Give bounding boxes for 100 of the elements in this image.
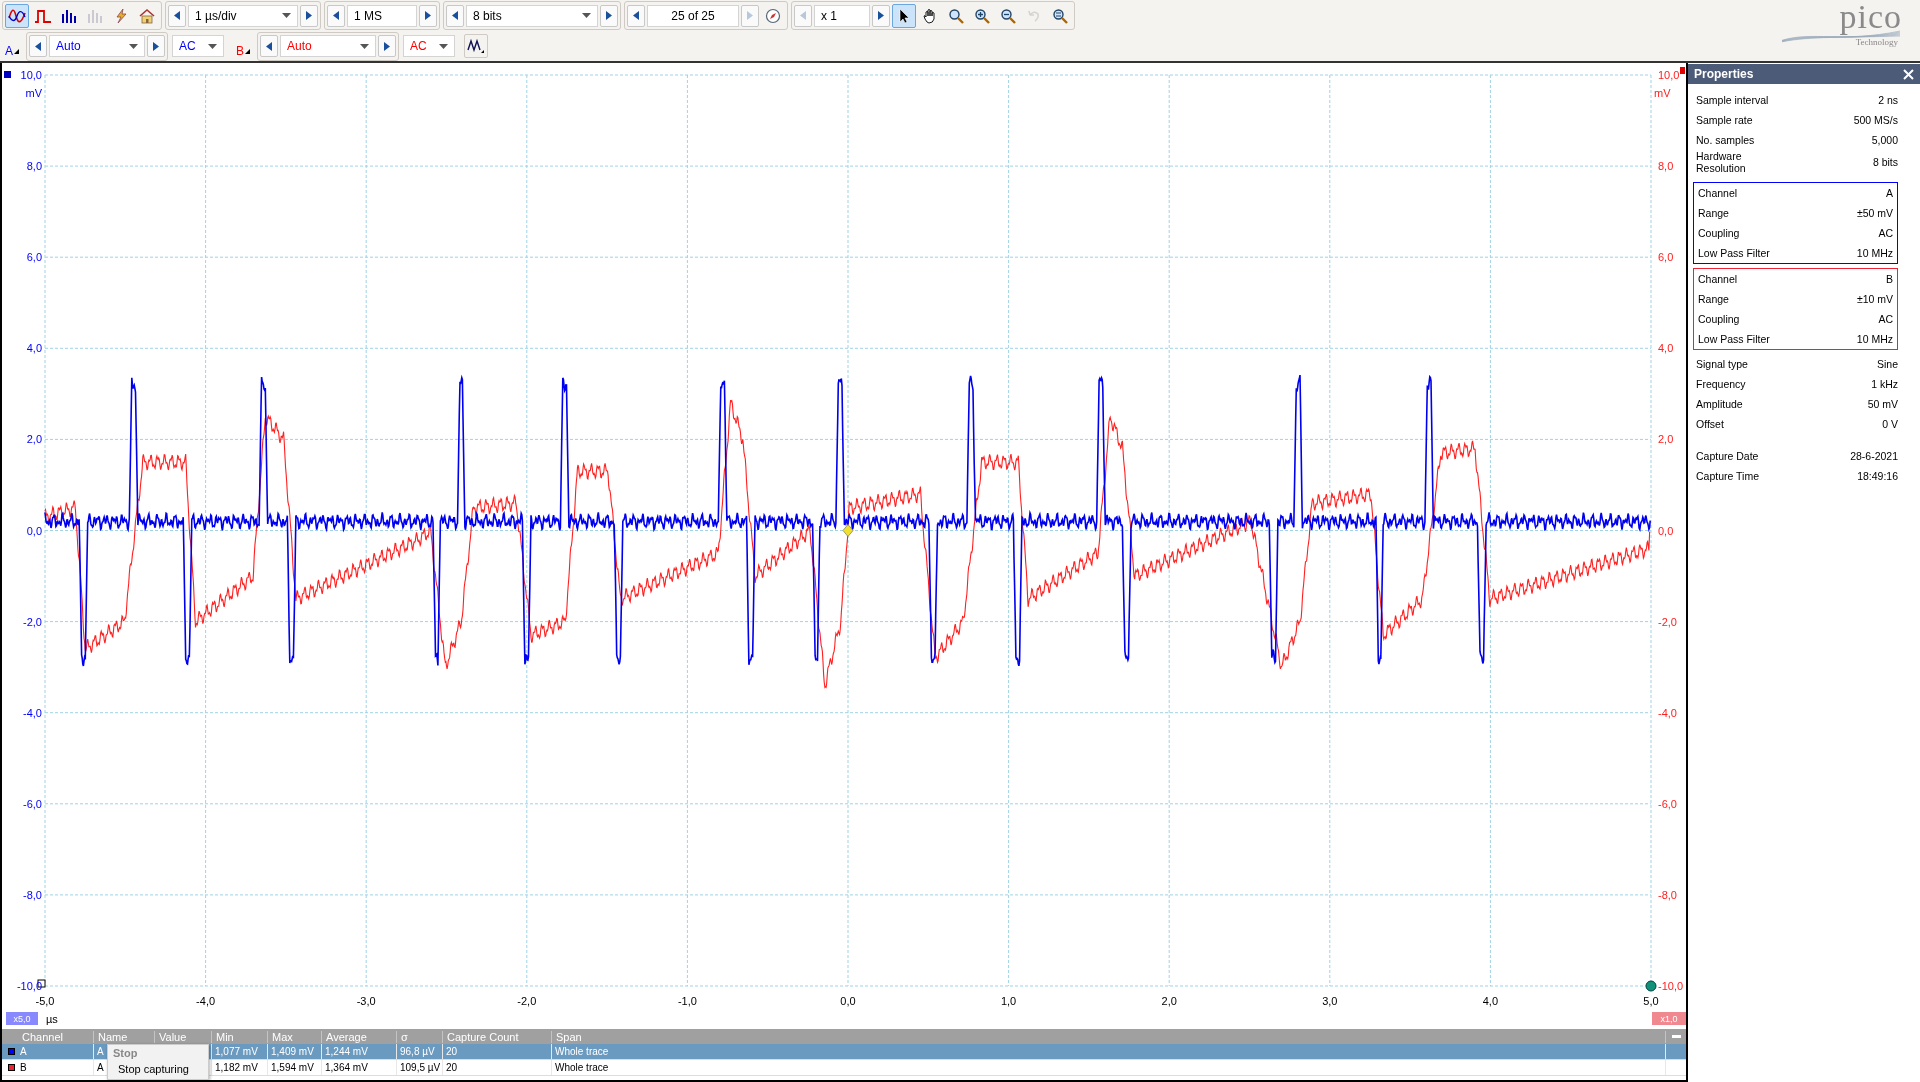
next-button[interactable] xyxy=(872,4,890,27)
property-label: Low Pass Filter xyxy=(1698,333,1770,345)
table-cell: 109,5 µV xyxy=(397,1060,443,1075)
property-label: Capture Time xyxy=(1696,470,1760,482)
next-button[interactable] xyxy=(300,4,318,27)
left-arrow-icon xyxy=(35,41,41,51)
table-cell: 20 xyxy=(443,1044,552,1059)
column-header[interactable]: Capture Count xyxy=(443,1030,552,1043)
coupling-dropdown[interactable]: AC xyxy=(403,35,456,57)
oscilloscope-graph[interactable]: 10,0 8,0 6,0 4,0 2,0 0,0 -2,0 -4,0 -6,0 -8,0 -10,0 mV 10,0 8,0 6,0 4,0 2,0 0,0 -2,0 -4,0 -6,0 -8,0 -10,0 mV -5,0 -4,0 -3,0 -2,0 -1,0 0,0 1,0 2,0 3,0 4,0 5,0 x5,0 µs x1,0 xyxy=(2,63,1686,1029)
value-field[interactable]: 25 of 25 xyxy=(647,4,739,27)
y-axis-label: 4,0 xyxy=(26,342,42,355)
property-label: Sample interval xyxy=(1696,94,1769,106)
column-header[interactable]: Average xyxy=(322,1030,397,1043)
column-header[interactable]: Value xyxy=(155,1030,212,1043)
property-value: 8 bits xyxy=(1872,156,1898,168)
y-axis-label: 8,0 xyxy=(1658,160,1674,173)
property-value: 500 MS/s xyxy=(1853,114,1898,126)
x-axis-unit: µs xyxy=(46,1013,58,1025)
property-label: Coupling xyxy=(1698,227,1740,239)
right-arrow-icon xyxy=(425,11,431,20)
previous-button[interactable] xyxy=(260,35,279,57)
table-cell: 1,594 mV xyxy=(268,1060,322,1075)
previous-button[interactable] xyxy=(327,4,345,27)
y-axis-label: 6,0 xyxy=(26,251,42,264)
property-value: ±50 mV xyxy=(1856,207,1893,219)
column-header[interactable]: Min xyxy=(212,1030,268,1043)
x-axis-label: -5,0 xyxy=(35,995,55,1007)
y-axis-label: -8,0 xyxy=(23,888,42,901)
property-value: Sine xyxy=(1877,358,1898,370)
next-button[interactable] xyxy=(600,4,618,27)
channel-button[interactable]: B xyxy=(233,34,254,58)
caret-icon xyxy=(439,43,449,49)
right-arrow-icon xyxy=(747,11,753,20)
close-icon[interactable] xyxy=(1903,68,1914,80)
previous-button[interactable] xyxy=(627,4,645,27)
caret-icon xyxy=(208,43,217,49)
caret-icon xyxy=(129,43,138,49)
x-axis-label: -3,0 xyxy=(356,995,376,1007)
bar-chart-icon xyxy=(86,7,104,24)
x-axis-label: -4,0 xyxy=(196,995,216,1007)
next-button[interactable] xyxy=(419,4,437,27)
left-arrow-icon xyxy=(266,41,273,51)
compass-icon xyxy=(765,7,781,24)
property-value: 10 MHz xyxy=(1856,247,1893,259)
coupling-dropdown[interactable]: AC xyxy=(172,35,224,57)
channel-button[interactable]: A xyxy=(2,34,22,58)
property-label: Channel xyxy=(1698,273,1738,285)
y-axis-label: -4,0 xyxy=(23,706,42,719)
column-header[interactable]: σ xyxy=(397,1030,443,1043)
right-arrow-icon xyxy=(153,41,159,51)
table-cell: 1,409 mV xyxy=(268,1044,322,1059)
column-header[interactable]: Name xyxy=(94,1030,155,1043)
scale-badge[interactable]: x5,0 xyxy=(6,1012,38,1025)
next-button[interactable] xyxy=(378,35,397,57)
scope-mode-button[interactable] xyxy=(5,3,29,28)
table-cell: 1,364 mV xyxy=(322,1060,397,1075)
waveform-icon xyxy=(8,7,26,24)
pulse-icon xyxy=(34,7,52,24)
property-value: B xyxy=(1886,273,1893,285)
dropdown[interactable]: 1 µs/div xyxy=(188,4,298,27)
property-value: ±10 mV xyxy=(1856,293,1893,305)
x-axis-label: 1,0 xyxy=(1000,995,1017,1007)
y-axis-label: -10,0 xyxy=(1658,980,1684,992)
property-value: 18:49:16 xyxy=(1857,470,1898,482)
scale-badge[interactable]: x1,0 xyxy=(1652,1012,1686,1025)
property-value: 0 V xyxy=(1882,418,1898,430)
dropdown[interactable]: 8 bits xyxy=(466,4,598,27)
value-field[interactable]: 1 MS xyxy=(347,4,417,27)
table-cell: B xyxy=(20,1062,27,1073)
x-axis-label: 3,0 xyxy=(1322,995,1338,1007)
minimize-button[interactable] xyxy=(1671,1035,1681,1038)
math-channels-button[interactable] xyxy=(464,34,489,58)
table-cell: A xyxy=(20,1046,27,1057)
column-header[interactable]: Span xyxy=(552,1030,1666,1043)
x-axis-label: 5,0 xyxy=(1643,995,1659,1007)
next-button[interactable] xyxy=(147,35,165,57)
table-cell: 1,077 mV xyxy=(212,1044,268,1059)
previous-button[interactable] xyxy=(29,35,47,57)
table-cell: Whole trace xyxy=(552,1060,1666,1075)
range-dropdown[interactable]: Auto xyxy=(280,35,377,57)
left-arrow-icon xyxy=(800,11,806,20)
table-cell: 20 xyxy=(443,1060,552,1075)
trigger-marker-icon[interactable] xyxy=(842,524,854,537)
property-label: Coupling xyxy=(1698,313,1740,325)
ruler-handle-icon[interactable] xyxy=(1645,980,1657,992)
y-axis-label: -2,0 xyxy=(23,615,42,628)
table-cell: Whole trace xyxy=(552,1044,1666,1059)
range-dropdown[interactable]: Auto xyxy=(49,35,145,57)
value-field[interactable]: x 1 xyxy=(814,4,870,27)
column-header[interactable]: Channel xyxy=(2,1030,94,1043)
math-icon xyxy=(467,38,486,54)
previous-button[interactable] xyxy=(446,4,464,27)
property-value: 28-6-2021 xyxy=(1850,450,1898,462)
column-header[interactable]: Max xyxy=(268,1030,322,1043)
corner-triangle-icon xyxy=(245,49,251,54)
previous-button[interactable] xyxy=(168,4,186,27)
home-icon xyxy=(138,7,156,24)
property-label: Range xyxy=(1698,293,1729,305)
pointer-tool-button[interactable] xyxy=(892,3,916,28)
